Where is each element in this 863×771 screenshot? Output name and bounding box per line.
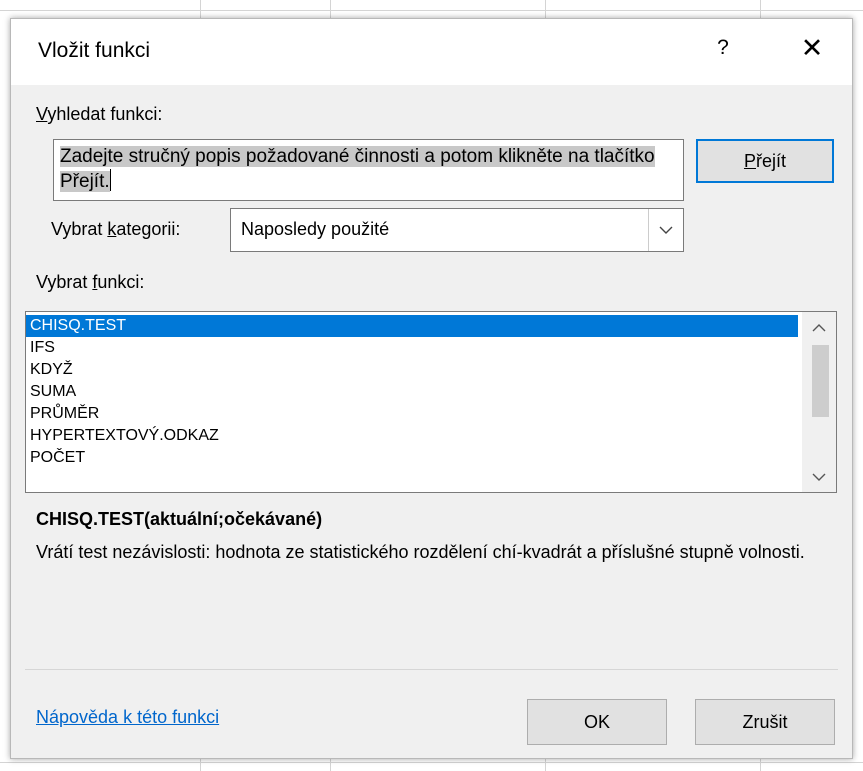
go-button[interactable]: Přejít xyxy=(696,139,834,183)
search-label: Vyhledat funkci: xyxy=(36,104,163,124)
function-list-item[interactable]: SUMA xyxy=(26,381,798,403)
close-button[interactable]: ✕ xyxy=(797,33,827,64)
category-select-value: Naposledy použité xyxy=(241,219,390,239)
chevron-down-icon[interactable] xyxy=(648,209,683,251)
function-list-item[interactable]: KDYŽ xyxy=(26,359,798,381)
category-select[interactable]: Naposledy použité xyxy=(230,208,684,252)
dialog-title: Vložit funkci xyxy=(38,39,151,62)
category-label: Vybrat kategorii: xyxy=(51,219,181,239)
function-list-items: CHISQ.TEST IFS KDYŽ SUMA PRŮMĚR HYPERTEXTOVÝ.… xyxy=(26,315,798,469)
cancel-button[interactable]: Zrušit xyxy=(695,699,835,745)
function-list-label: Vybrat funkci: xyxy=(36,272,145,292)
dialog-titlebar: Vložit funkci ? ✕ xyxy=(11,19,852,85)
scroll-down-icon[interactable] xyxy=(802,464,836,490)
grid-line xyxy=(0,762,863,763)
insert-function-dialog: Vložit funkci ? ✕ Vyhledat funkci: Zadej… xyxy=(10,18,853,759)
footer-separator xyxy=(25,669,838,670)
help-link[interactable]: Nápověda k této funkci xyxy=(36,707,219,728)
ok-button[interactable]: OK xyxy=(527,699,667,745)
grid-line xyxy=(0,10,863,11)
help-button[interactable]: ? xyxy=(711,36,735,60)
function-list-item[interactable]: CHISQ.TEST xyxy=(26,315,798,337)
function-list-item[interactable]: PRŮMĚR xyxy=(26,403,798,425)
function-list[interactable]: CHISQ.TEST IFS KDYŽ SUMA PRŮMĚR HYPERTEXTOVÝ.… xyxy=(25,311,837,493)
search-input[interactable]: Zadejte stručný popis požadované činnost… xyxy=(53,139,684,201)
function-list-item[interactable]: IFS xyxy=(26,337,798,359)
text-caret xyxy=(109,169,111,191)
scroll-thumb[interactable] xyxy=(812,345,829,417)
function-description: Vrátí test nezávislosti: hodnota ze stat… xyxy=(36,542,805,562)
function-list-scrollbar[interactable] xyxy=(802,312,836,492)
search-input-text: Zadejte stručný popis požadované činnost… xyxy=(60,146,655,192)
function-list-item[interactable]: POČET xyxy=(26,447,798,469)
scroll-up-icon[interactable] xyxy=(802,314,836,340)
function-list-item[interactable]: HYPERTEXTOVÝ.ODKAZ xyxy=(26,425,798,447)
function-syntax: CHISQ.TEST(aktuální;očekávané) xyxy=(36,509,323,529)
